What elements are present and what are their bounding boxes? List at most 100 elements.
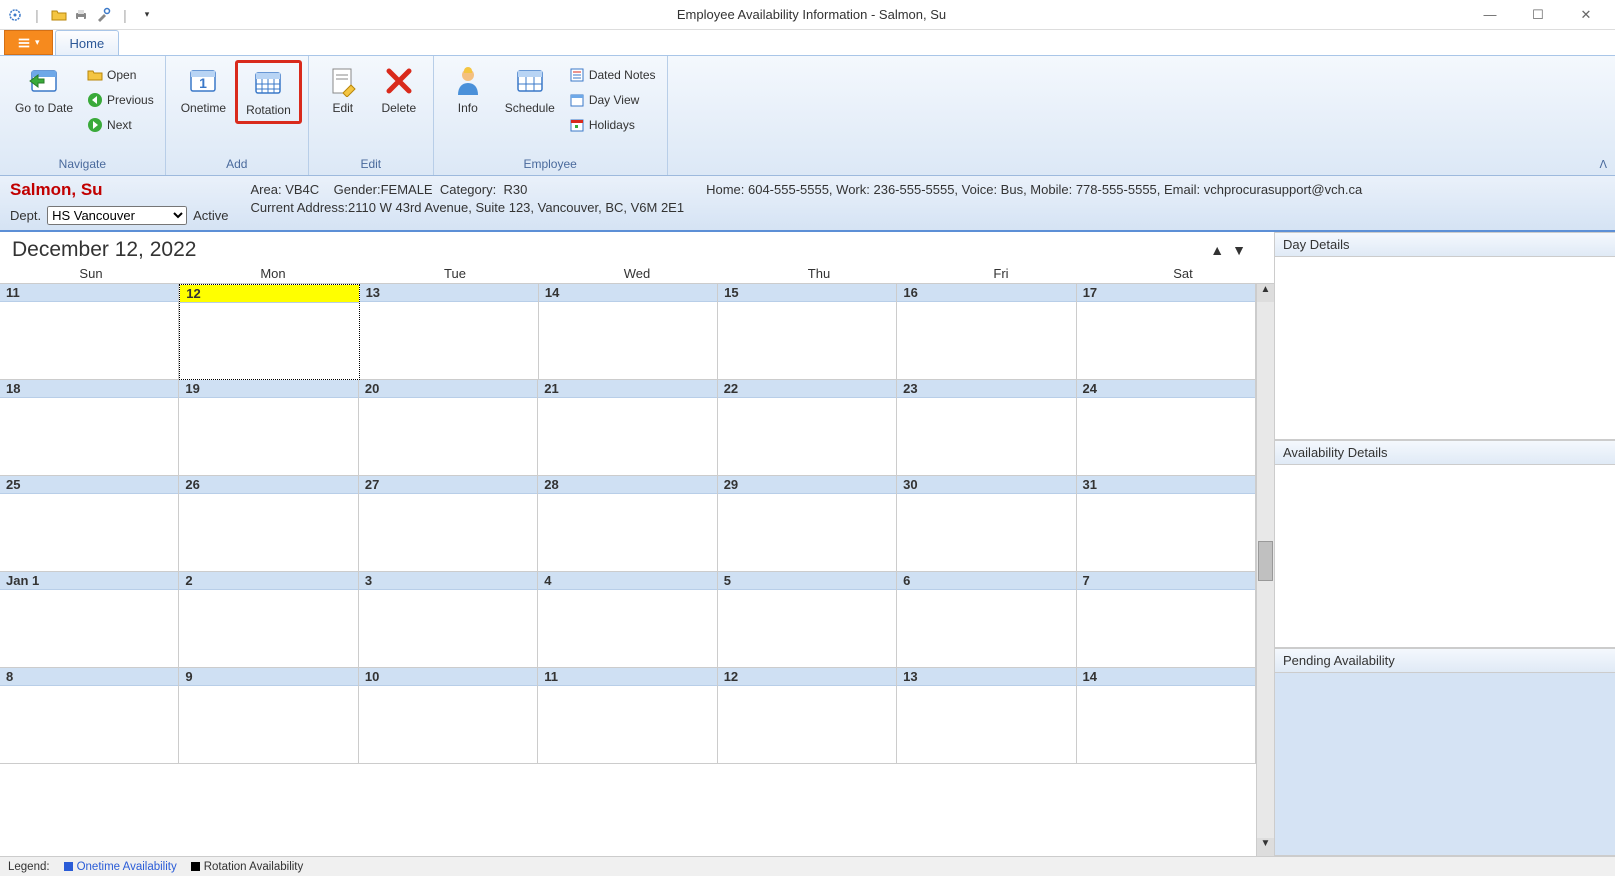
open-button[interactable]: Open <box>82 64 159 86</box>
calendar-day-cell[interactable]: 6 <box>897 572 1076 668</box>
goto-date-button[interactable]: Go to Date <box>6 60 82 120</box>
calendar-day-cell[interactable]: 5 <box>718 572 897 668</box>
goto-date-label: Go to Date <box>15 101 73 115</box>
delete-button[interactable]: Delete <box>371 60 427 120</box>
calendar-prev-icon[interactable]: ▲ <box>1210 242 1224 258</box>
legend-rotation: Rotation Availability <box>191 861 304 873</box>
previous-button[interactable]: Previous <box>82 89 159 111</box>
scroll-down-icon[interactable]: ▼ <box>1257 838 1274 856</box>
calendar-day-cell[interactable]: 11 <box>538 668 717 764</box>
day-view-button[interactable]: Day View <box>564 89 661 111</box>
calendar-day-cell[interactable]: 4 <box>538 572 717 668</box>
gear-icon[interactable] <box>6 6 24 24</box>
folder-open-icon[interactable] <box>50 6 68 24</box>
calendar-day-cell[interactable]: 22 <box>718 380 897 476</box>
minimize-button[interactable]: — <box>1467 3 1513 27</box>
calendar-day-number: 9 <box>179 668 357 686</box>
tab-home[interactable]: Home <box>55 30 120 55</box>
tab-strip: ▾ Home <box>0 30 1615 56</box>
calendar-day-number: 4 <box>538 572 716 590</box>
calendar-day-cell[interactable]: 10 <box>359 668 538 764</box>
calendar-day-number: 20 <box>359 380 537 398</box>
calendar-day-number: 27 <box>359 476 537 494</box>
info-button[interactable]: Info <box>440 60 496 120</box>
calendar-day-cell[interactable]: 15 <box>718 284 897 380</box>
calendar-day-cell[interactable]: 31 <box>1077 476 1256 572</box>
calendar-day-cell[interactable]: 21 <box>538 380 717 476</box>
dated-notes-button[interactable]: Dated Notes <box>564 64 661 86</box>
address-value: 2110 W 43rd Avenue, Suite 123, Vancouver… <box>348 200 684 215</box>
calendar-day-cell[interactable]: 24 <box>1077 380 1256 476</box>
qat-dropdown-icon[interactable]: ▾ <box>138 6 156 24</box>
calendar-day-cell[interactable]: 18 <box>0 380 179 476</box>
close-button[interactable]: ✕ <box>1563 3 1609 27</box>
calendar-scrollbar[interactable]: ▲ ▼ <box>1256 284 1274 856</box>
calendar-day-cell[interactable]: 12 <box>179 284 359 380</box>
calendar-day-number: 11 <box>538 668 716 686</box>
calendar-day-cell[interactable]: 12 <box>718 668 897 764</box>
calendar-day-number: 13 <box>360 284 538 302</box>
calendar-day-number: 6 <box>897 572 1075 590</box>
ribbon-group-navigate: Go to Date Open Previous Next Navigate <box>0 56 166 175</box>
scroll-up-icon[interactable]: ▲ <box>1257 284 1274 302</box>
calendar-day-cell[interactable]: 25 <box>0 476 179 572</box>
quick-access-toolbar: | | ▾ <box>6 6 156 24</box>
calendar-day-cell[interactable]: 20 <box>359 380 538 476</box>
calendar-goto-icon <box>28 65 60 97</box>
calendar-day-number: 12 <box>718 668 896 686</box>
ribbon: Go to Date Open Previous Next Navigate <box>0 56 1615 176</box>
calendar-day-number: 7 <box>1077 572 1255 590</box>
calendar-day-number: 14 <box>539 284 717 302</box>
calendar-next-icon[interactable]: ▼ <box>1232 242 1246 258</box>
calendar-day-name: Wed <box>546 264 728 283</box>
calendar-day-cell[interactable]: 27 <box>359 476 538 572</box>
tools-icon[interactable] <box>94 6 112 24</box>
calendar-icon <box>514 65 546 97</box>
calendar-day-cell[interactable]: 11 <box>0 284 179 380</box>
calendar-day-cell[interactable]: 23 <box>897 380 1076 476</box>
area-value: VB4C <box>285 182 319 197</box>
calendar-day-cell[interactable]: 14 <box>539 284 718 380</box>
maximize-button[interactable]: ☐ <box>1515 3 1561 27</box>
ribbon-collapse-icon[interactable]: ᐱ <box>1599 158 1607 171</box>
calendar-day-cell[interactable]: 2 <box>179 572 358 668</box>
contact-info: Home: 604-555-5555, Work: 236-555-5555, … <box>706 182 1605 197</box>
calendar-day-cell[interactable]: 19 <box>179 380 358 476</box>
calendar-day-cell[interactable]: 14 <box>1077 668 1256 764</box>
edit-button[interactable]: Edit <box>315 60 371 120</box>
schedule-button[interactable]: Schedule <box>496 60 564 120</box>
divider: | <box>116 6 134 24</box>
onetime-button[interactable]: 1 Onetime <box>172 60 235 120</box>
legend-label: Legend: <box>8 861 50 873</box>
calendar-day-cell[interactable]: 26 <box>179 476 358 572</box>
holidays-button[interactable]: Holidays <box>564 114 661 136</box>
calendar-day-cell[interactable]: 29 <box>718 476 897 572</box>
calendar-week-row: Jan 1234567 <box>0 572 1256 668</box>
calendar-day-cell[interactable]: 28 <box>538 476 717 572</box>
scroll-thumb[interactable] <box>1258 541 1273 581</box>
calendar-day-cell[interactable]: 9 <box>179 668 358 764</box>
calendar-day-cell[interactable]: 13 <box>360 284 539 380</box>
calendar-panel: December 12, 2022 ▲ ▼ SunMonTueWedThuFri… <box>0 232 1275 856</box>
calendar-day-name: Thu <box>728 264 910 283</box>
calendar-day-cell[interactable]: 16 <box>897 284 1076 380</box>
dept-select[interactable]: HS Vancouver <box>47 206 187 225</box>
next-button[interactable]: Next <box>82 114 159 136</box>
calendar-day-cell[interactable]: 17 <box>1077 284 1256 380</box>
print-icon[interactable] <box>72 6 90 24</box>
divider: | <box>28 6 46 24</box>
calendar-day-cell[interactable]: 7 <box>1077 572 1256 668</box>
calendar-day-cell[interactable]: 8 <box>0 668 179 764</box>
calendar-day-cell[interactable]: 30 <box>897 476 1076 572</box>
calendar-grid-icon <box>252 67 284 99</box>
file-menu-button[interactable]: ▾ <box>4 30 53 55</box>
calendar-day-number: 26 <box>179 476 357 494</box>
calendar-day-number: 21 <box>538 380 716 398</box>
calendar-day-cell[interactable]: 13 <box>897 668 1076 764</box>
rotation-button[interactable]: Rotation <box>235 60 302 124</box>
pencil-note-icon <box>327 65 359 97</box>
calendar-day-cell[interactable]: 3 <box>359 572 538 668</box>
holidays-icon <box>569 117 585 133</box>
calendar-day-cell[interactable]: Jan 1 <box>0 572 179 668</box>
ribbon-group-label: Edit <box>315 155 427 173</box>
